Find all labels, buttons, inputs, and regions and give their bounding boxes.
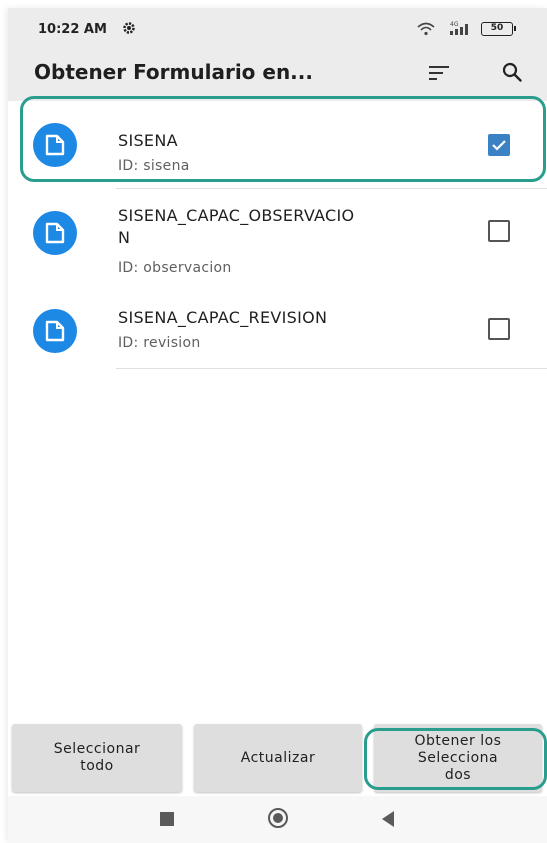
wifi-icon [417,22,435,36]
selection-highlight [20,96,546,182]
form-avatar [33,211,77,255]
form-name-line2: N [118,228,131,247]
network-label: 4G [450,21,459,28]
select-all-label-line1: Seleccionar [53,741,141,757]
form-id: ID: revision [118,335,201,351]
divider [116,368,547,369]
action-highlight [364,728,547,790]
list-item[interactable]: SISENA_CAPAC_OBSERVACIO N ID: observacio… [8,189,547,287]
list-item[interactable]: SISENA_CAPAC_REVISION ID: revision [8,287,547,369]
select-all-label-line2: todo [80,758,114,774]
refresh-button[interactable]: Actualizar [194,724,362,792]
app-screen: 10:22 AM 4G 50 Obtener Formulario en... [8,8,547,843]
document-icon [45,222,65,244]
form-name-line1: SISENA_CAPAC_OBSERVACIO [118,206,355,225]
form-checkbox[interactable] [488,318,510,340]
system-nav-bar [8,796,547,843]
refresh-label: Actualizar [240,749,316,766]
back-icon[interactable] [382,811,394,827]
home-icon[interactable] [268,808,288,828]
form-checkbox[interactable] [488,220,510,242]
document-icon [45,320,65,342]
form-name: SISENA_CAPAC_REVISION [118,308,328,327]
select-all-button[interactable]: Seleccionar todo [12,724,182,792]
sort-icon[interactable] [428,64,450,82]
status-time: 10:22 AM [38,22,107,37]
gear-icon [123,22,135,34]
search-icon[interactable] [502,62,522,82]
battery-indicator: 50 [481,22,516,36]
signal-icon: 4G [450,21,468,35]
form-id: ID: observacion [118,260,232,276]
form-avatar [33,309,77,353]
recents-icon[interactable] [160,812,174,826]
status-bar: 10:22 AM 4G 50 [8,8,547,46]
top-bar: 10:22 AM 4G 50 Obtener Formulario en... [8,8,547,101]
page-title: Obtener Formulario en... [34,60,313,84]
